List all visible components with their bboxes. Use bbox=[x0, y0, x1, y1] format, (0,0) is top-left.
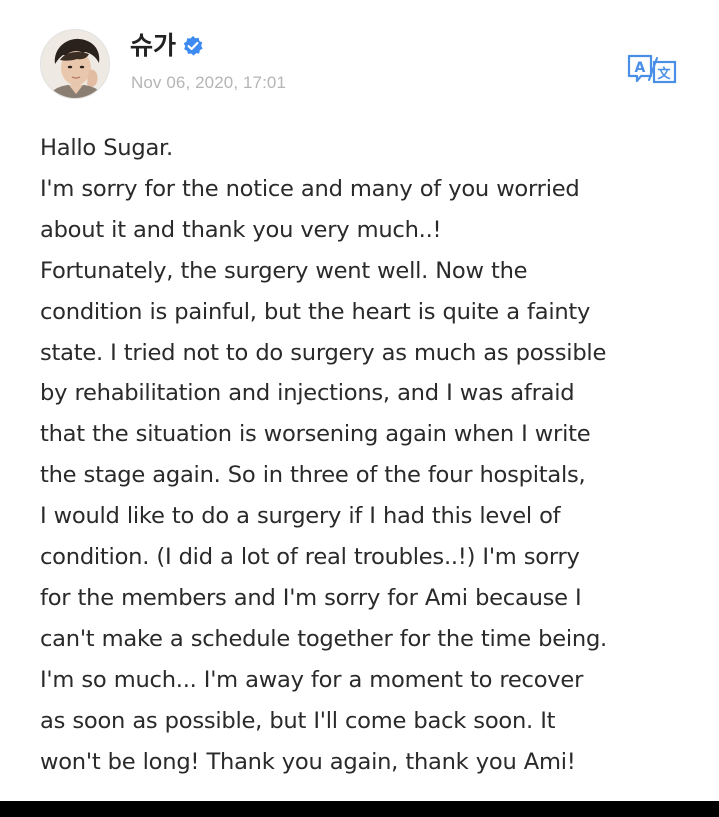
post-line: condition. (I did a lot of real troubles… bbox=[40, 544, 580, 571]
verified-check-icon bbox=[183, 36, 203, 56]
post-line: I'm sorry for the notice and many of you… bbox=[40, 175, 580, 202]
svg-text:A: A bbox=[635, 60, 646, 76]
avatar[interactable] bbox=[40, 29, 110, 99]
post-line: can't make a schedule together for the t… bbox=[40, 625, 607, 652]
post-line: the stage again. So in three of the four… bbox=[40, 462, 586, 489]
author-name[interactable]: 슈가 bbox=[130, 31, 176, 61]
post-line: I would like to do a surgery if I had th… bbox=[40, 503, 561, 530]
translate-button[interactable]: A 文 bbox=[626, 53, 678, 85]
avatar-portrait bbox=[41, 30, 109, 98]
post-line: that the situation is worsening again wh… bbox=[40, 421, 591, 448]
post-line: by rehabilitation and injections, and I … bbox=[40, 380, 575, 407]
post-line: about it and thank you very much..! bbox=[40, 216, 442, 243]
post-line: won't be long! Thank you again, thank yo… bbox=[40, 748, 576, 775]
post-line: as soon as possible, but I'll come back … bbox=[40, 707, 556, 734]
post-timestamp: Nov 06, 2020, 17:01 bbox=[131, 73, 287, 92]
post-body: Hallo Sugar. I'm sorry for the notice an… bbox=[40, 128, 690, 783]
post-line: I'm so much... I'm away for a moment to … bbox=[40, 666, 584, 693]
post-line: Fortunately, the surgery went well. Now … bbox=[40, 257, 528, 284]
post-line: condition is painful, but the heart is q… bbox=[40, 298, 591, 325]
post-line: for the members and I'm sorry for Ami be… bbox=[40, 584, 582, 611]
post-line: Hallo Sugar. bbox=[40, 135, 173, 161]
post-card: 슈가 Nov 06, 2020, 17:01 A 文 Hallo Sugar. … bbox=[0, 0, 719, 801]
svg-text:文: 文 bbox=[658, 66, 672, 82]
post-line: state. I tried not to do surgery as much… bbox=[40, 339, 607, 366]
bottom-bar bbox=[0, 801, 719, 817]
author-row: 슈가 bbox=[130, 31, 204, 61]
translate-icon: A 文 bbox=[627, 54, 677, 84]
